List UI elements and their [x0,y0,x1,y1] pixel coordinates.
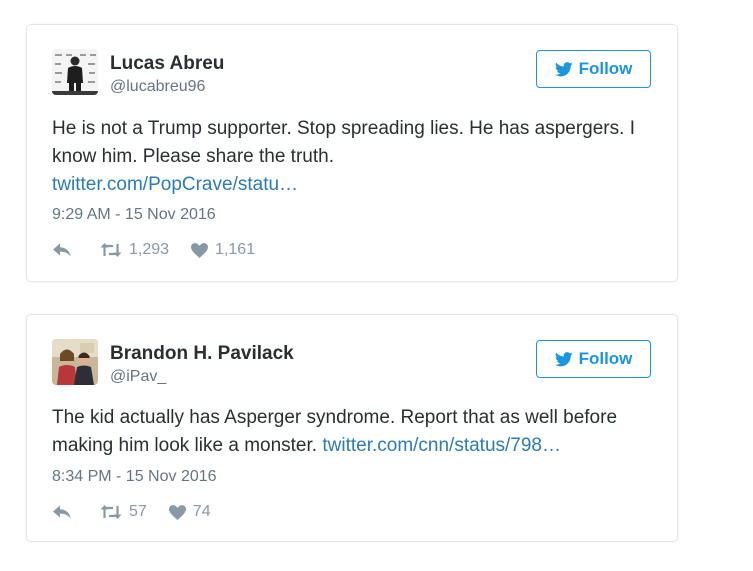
retweet-icon [100,243,122,257]
tweet-actions: 1,293 1,161 [52,241,255,259]
tweet-text: He is not a Trump supporter. Stop spread… [52,115,662,199]
tweet-body: He is not a Trump supporter. Stop spread… [52,118,635,167]
retweet-button[interactable]: 57 [100,503,147,521]
reply-button[interactable] [52,242,72,258]
retweet-count: 1,293 [129,241,170,258]
tweet-text: The kid actually has Asperger syndrome. … [52,404,662,460]
like-count: 74 [192,503,211,520]
reply-icon [53,243,71,257]
author-name[interactable]: Brandon H. Pavilack [110,343,294,365]
avatar[interactable] [52,49,98,95]
tweet-card: Brandon H. Pavilack @iPav_ Follow The ki… [26,314,678,542]
avatar[interactable] [52,339,98,385]
follow-label: Follow [578,59,633,78]
like-button[interactable]: 74 [168,503,211,521]
reply-icon [53,505,71,519]
follow-label: Follow [578,349,633,368]
heart-icon [191,242,209,258]
heart-icon [168,504,186,520]
timestamp[interactable]: 8:34 PM - 15 Nov 2016 [52,468,217,486]
twitter-bird-icon [554,351,573,367]
like-count: 1,161 [215,241,256,258]
tweet-link[interactable]: twitter.com/PopCrave/statu… [52,171,662,199]
retweet-icon [100,505,122,519]
retweet-button[interactable]: 1,293 [100,241,169,259]
reply-button[interactable] [52,504,72,520]
page: Lucas Abreu @lucabreu96 Follow He is not… [0,0,753,571]
author-handle[interactable]: @lucabreu96 [110,78,205,96]
tweet-card: Lucas Abreu @lucabreu96 Follow He is not… [26,24,678,282]
timestamp[interactable]: 9:29 AM - 15 Nov 2016 [52,206,216,224]
author-name[interactable]: Lucas Abreu [110,53,224,75]
tweet-link[interactable]: twitter.com/cnn/status/798… [322,435,561,456]
like-button[interactable]: 1,161 [191,241,255,259]
tweet-actions: 57 74 [52,503,211,521]
follow-button[interactable]: Follow [536,50,651,88]
author-handle[interactable]: @iPav_ [110,368,166,386]
retweet-count: 57 [129,503,147,520]
twitter-bird-icon [554,61,573,77]
follow-button[interactable]: Follow [536,340,651,378]
